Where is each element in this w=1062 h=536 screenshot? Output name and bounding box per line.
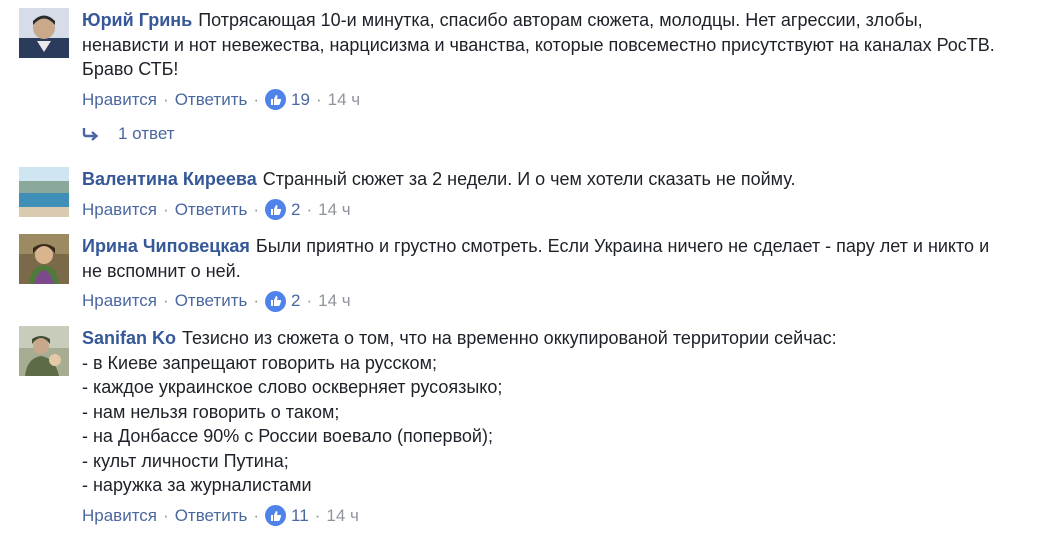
comment-author[interactable]: Юрий Гринь: [82, 10, 192, 30]
thumbs-up-icon: [265, 505, 287, 526]
like-count[interactable]: 11: [265, 505, 309, 527]
like-button[interactable]: Нравится: [82, 89, 157, 111]
like-count[interactable]: 19: [265, 89, 310, 111]
reply-button[interactable]: Ответить: [175, 505, 248, 527]
view-replies-link[interactable]: 1 ответ: [82, 124, 175, 144]
thumbs-up-icon: [265, 199, 287, 220]
comment-author[interactable]: Sanifan Ko: [82, 328, 176, 348]
timestamp[interactable]: 14 ч: [318, 290, 351, 312]
view-replies-label: 1 ответ: [118, 124, 175, 143]
separator-dot: ·: [315, 89, 322, 109]
like-button[interactable]: Нравится: [82, 505, 157, 527]
comment-text: Sanifan Ko Тезисно из сюжета о том, что н…: [82, 326, 1048, 498]
reply-button[interactable]: Ответить: [175, 290, 248, 312]
separator-dot: ·: [306, 199, 313, 219]
like-count[interactable]: 2: [265, 199, 301, 221]
timestamp[interactable]: 14 ч: [318, 199, 351, 221]
separator-dot: ·: [253, 505, 260, 525]
timestamp[interactable]: 14 ч: [328, 89, 361, 111]
separator-dot: ·: [314, 505, 321, 525]
comment-actions: Нравится · Ответить · 2 · 14 ч: [82, 290, 1048, 312]
avatar[interactable]: [19, 326, 69, 376]
comment-actions: Нравится · Ответить · 11 · 14 ч: [82, 505, 1048, 527]
comment-body: Странный сюжет за 2 недели. И о чем хоте…: [262, 169, 796, 189]
separator-dot: ·: [253, 291, 260, 310]
comment-text: Валентина Киреева Странный сюжет за 2 нед…: [82, 167, 1048, 192]
separator-dot: ·: [163, 291, 169, 310]
like-count-value: 2: [291, 199, 301, 219]
separator-dot: ·: [253, 199, 260, 219]
avatar[interactable]: [19, 167, 69, 217]
separator-dot: ·: [253, 89, 260, 109]
comment-actions: Нравится · Ответить · 19 · 14 ч: [82, 89, 1048, 111]
comment-body: Потрясающая 10-и минутка, спасибо автора…: [82, 10, 995, 79]
like-count[interactable]: 2: [265, 290, 301, 312]
like-count-value: 19: [291, 89, 310, 109]
timestamp[interactable]: 14 ч: [326, 505, 359, 527]
thumbs-up-icon: [265, 89, 287, 110]
comment-author[interactable]: Ирина Чиповецкая: [82, 236, 250, 256]
comment-text: Ирина Чиповецкая Были приятно и грустно с…: [82, 234, 1048, 283]
comment-body: Тезисно из сюжета о том, что на временно…: [82, 328, 837, 495]
separator-dot: ·: [306, 291, 313, 310]
like-count-value: 11: [291, 505, 309, 525]
avatar[interactable]: [19, 234, 69, 284]
like-count-value: 2: [291, 291, 301, 310]
comment-text: Юрий Гринь Потрясающая 10-и минутка, спас…: [82, 8, 1048, 82]
reply-button[interactable]: Ответить: [175, 89, 248, 111]
avatar[interactable]: [19, 8, 69, 58]
like-button[interactable]: Нравится: [82, 290, 157, 312]
thumbs-up-icon: [265, 290, 287, 312]
separator-dot: ·: [163, 89, 169, 109]
reply-arrow-icon: [82, 127, 100, 141]
comment-author[interactable]: Валентина Киреева: [82, 169, 257, 189]
separator-dot: ·: [163, 199, 169, 219]
reply-button[interactable]: Ответить: [175, 199, 248, 221]
like-button[interactable]: Нравится: [82, 199, 157, 221]
separator-dot: ·: [163, 505, 169, 525]
comment-actions: Нравится · Ответить · 2 · 14 ч: [82, 199, 1048, 221]
